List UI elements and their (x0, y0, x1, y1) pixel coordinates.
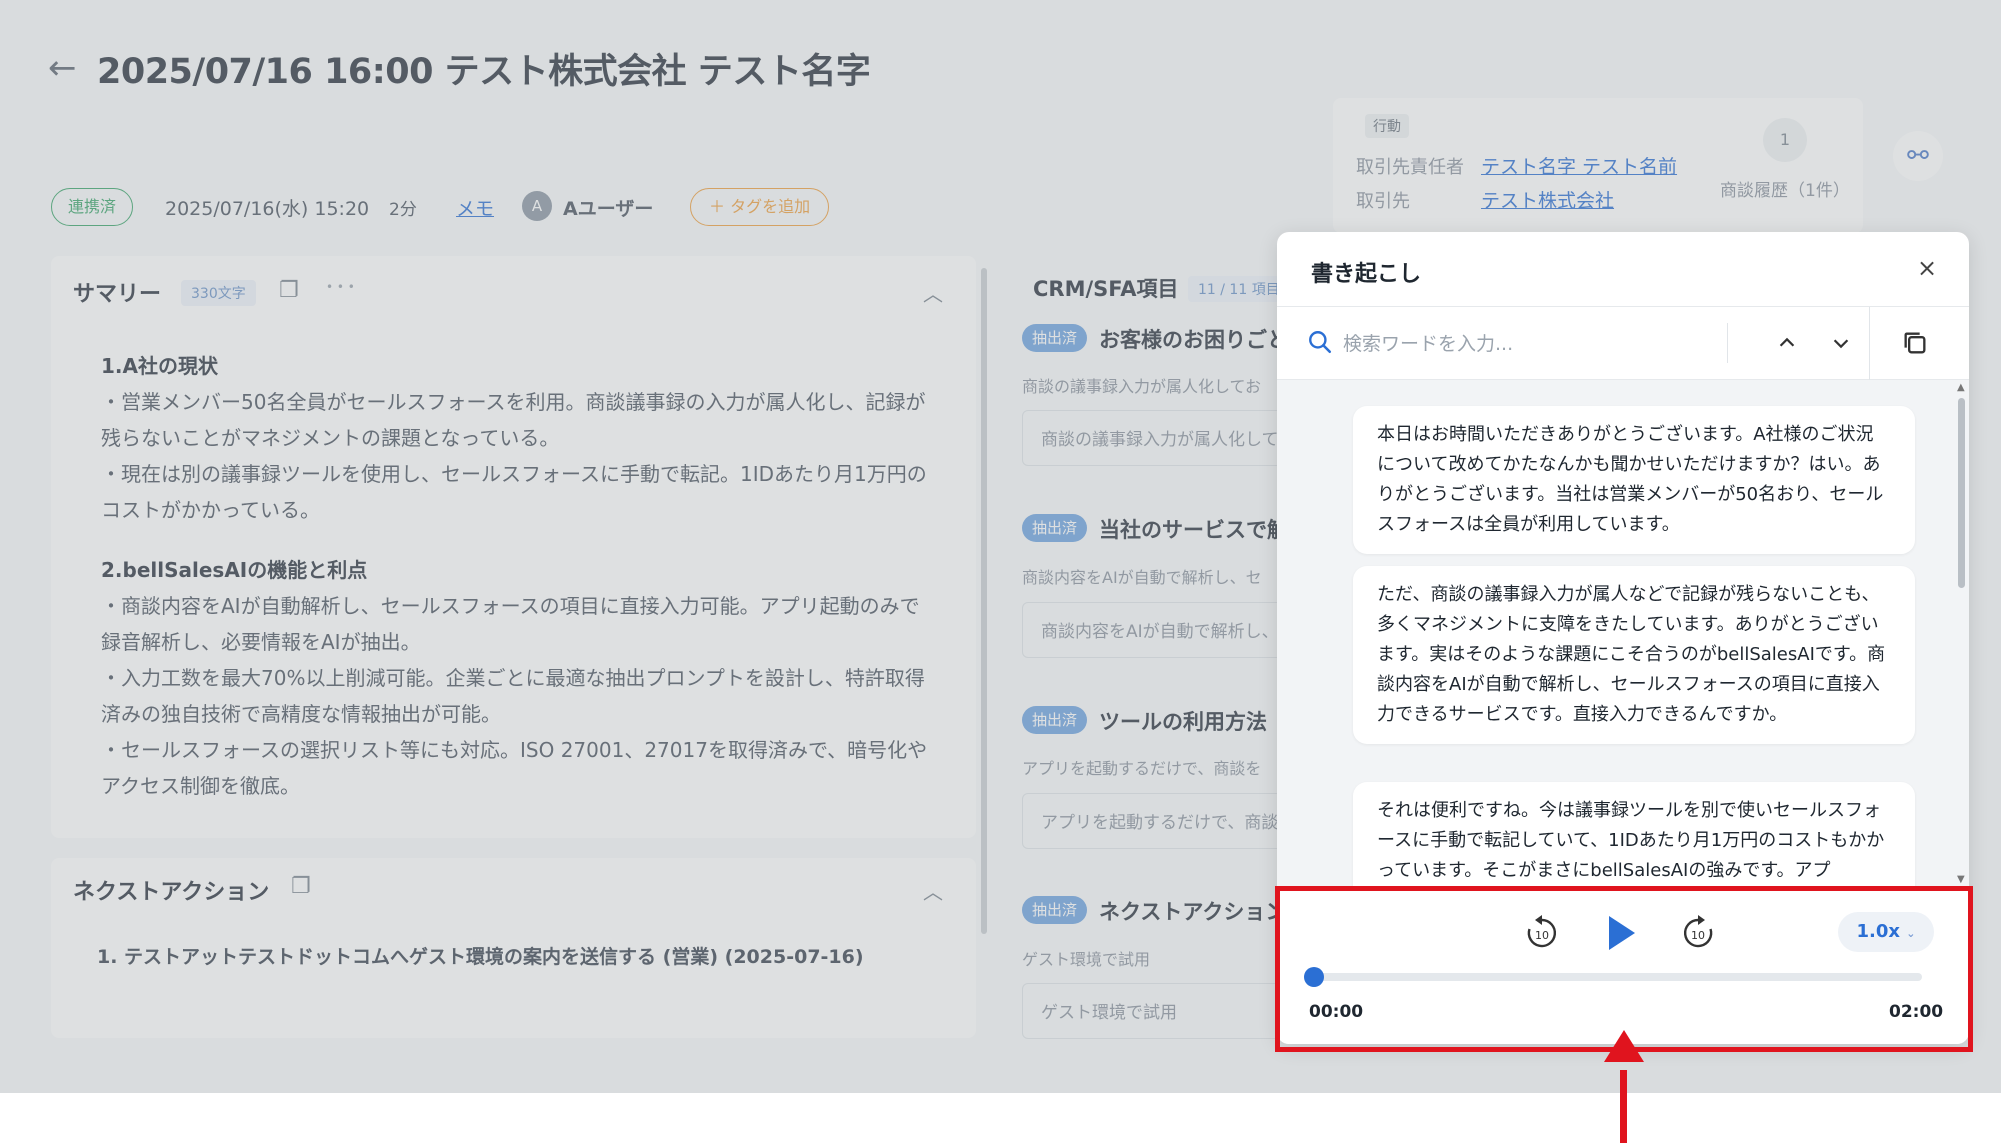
divider (1727, 323, 1728, 363)
search-icon (1309, 331, 1332, 354)
annotation-arrow-line (1620, 1070, 1627, 1143)
chevron-down-icon[interactable] (1821, 323, 1861, 363)
copy-icon[interactable] (1901, 329, 1929, 357)
transcript-title: 書き起こし (1311, 262, 1422, 287)
transcript-search-bar (1277, 306, 1969, 381)
highlight-box (1275, 886, 1973, 1052)
annotation-arrow-icon (1604, 1030, 1644, 1062)
transcript-bubble: ただ、商談の議事録入力が属人などで記録が残らないことも、多くマネジメントに支障を… (1353, 566, 1915, 744)
chevron-up-icon[interactable] (1767, 323, 1807, 363)
transcript-messages[interactable]: 本日はお時間いただきありがとうございます。A社様のご状況について改めてかたなんか… (1277, 380, 1969, 890)
scrollbar-thumb[interactable] (1958, 398, 1965, 588)
scroll-down-icon[interactable]: ▼ (1957, 874, 1965, 885)
transcript-bubble: 本日はお時間いただきありがとうございます。A社様のご状況について改めてかたなんか… (1353, 406, 1915, 554)
divider (1869, 307, 1870, 381)
scroll-up-icon[interactable]: ▲ (1957, 382, 1965, 393)
search-input[interactable] (1343, 325, 1703, 363)
transcript-bubble: それは便利ですね。今は議事録ツールを別で使いセールスフォースに手動で転記していて… (1353, 782, 1915, 890)
close-icon[interactable]: × (1917, 254, 1937, 282)
